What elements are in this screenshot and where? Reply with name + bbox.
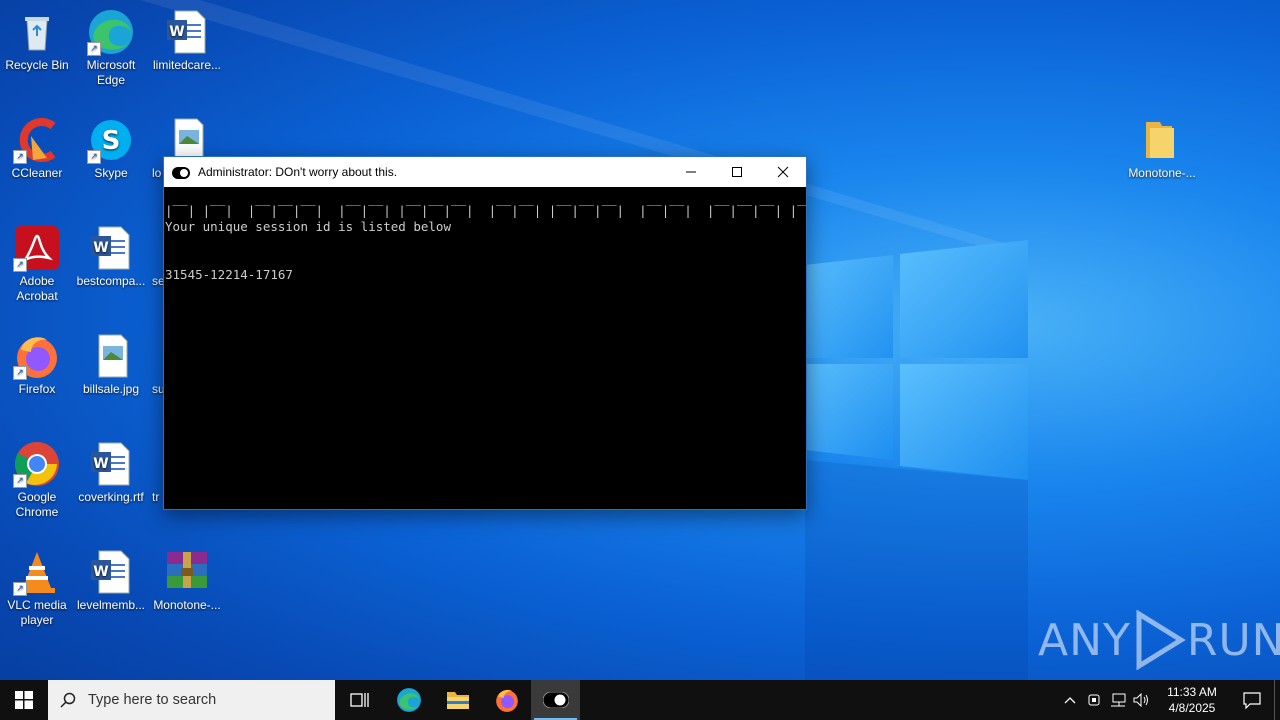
- taskbar-file-explorer[interactable]: [433, 680, 482, 720]
- desktop-icon-bestcompa[interactable]: W bestcompa...: [74, 224, 148, 289]
- taskbar-search-box[interactable]: Type here to search: [48, 680, 335, 720]
- console-titlebar[interactable]: Administrator: DOn't worry about this.: [164, 157, 806, 187]
- svg-text:W: W: [93, 456, 108, 472]
- console-ascii-banner: |‾‾| |‾‾| |‾‾|‾‾|‾‾| |‾‾|‾‾| |‾‾|‾‾|‾‾| …: [165, 203, 806, 218]
- desktop-icon-recycle-bin[interactable]: Recycle Bin: [0, 8, 74, 73]
- network-icon: [1111, 693, 1126, 707]
- show-desktop-button[interactable]: [1274, 680, 1280, 720]
- chrome-icon: ↗: [13, 440, 61, 488]
- search-placeholder: Type here to search: [88, 692, 217, 708]
- desktop-icon-acrobat[interactable]: ↗ Adobe Acrobat: [0, 224, 74, 304]
- desktop-icon-firefox[interactable]: ↗ Firefox: [0, 332, 74, 397]
- console-app-icon: [542, 692, 569, 708]
- desktop-icon-levelmemb[interactable]: W levelmemb...: [74, 548, 148, 613]
- close-button[interactable]: [760, 157, 806, 187]
- task-view-button[interactable]: [335, 680, 384, 720]
- start-button[interactable]: [0, 680, 48, 720]
- system-tray: 11:33 AM 4/8/2025: [1058, 680, 1280, 720]
- word-doc-icon: W: [87, 224, 135, 272]
- console-title: Administrator: DOn't worry about this.: [198, 165, 398, 179]
- maximize-button[interactable]: [714, 157, 760, 187]
- volume-button[interactable]: [1130, 680, 1154, 720]
- desktop-icon-vlc[interactable]: ↗ VLC media player: [0, 548, 74, 628]
- clock-date: 4/8/2025: [1168, 701, 1216, 715]
- taskbar-firefox[interactable]: [482, 680, 531, 720]
- chevron-up-icon: [1064, 697, 1076, 704]
- folder-icon: [1138, 116, 1186, 164]
- desktop-icon-edge[interactable]: ↗ Microsoft Edge: [74, 8, 148, 88]
- notification-icon: [1243, 692, 1261, 709]
- svg-text:W: W: [93, 240, 108, 256]
- task-view-icon: [349, 693, 369, 707]
- network-button[interactable]: [1106, 680, 1130, 720]
- speaker-icon: [1133, 693, 1148, 707]
- image-file-icon: [87, 332, 135, 380]
- taskbar-edge[interactable]: [384, 680, 433, 720]
- edge-icon: [396, 688, 421, 712]
- firefox-icon: ↗: [13, 332, 61, 380]
- desktop-icon-monotone-folder[interactable]: Monotone-...: [1124, 116, 1200, 181]
- taskbar-console[interactable]: [531, 680, 580, 720]
- word-doc-icon: W: [87, 548, 135, 596]
- taskbar: Type here to search 11:33 AM 4/8/2025: [0, 680, 1280, 720]
- edge-icon: ↗: [87, 8, 135, 56]
- desktop-icon-limitedcare[interactable]: W limitedcare...: [150, 8, 224, 73]
- clock-time: 11:33 AM: [1167, 685, 1217, 699]
- acrobat-icon: ↗: [13, 224, 61, 272]
- tray-device-button[interactable]: [1082, 680, 1106, 720]
- desktop-icon-skype[interactable]: S ↗ Skype: [74, 116, 148, 181]
- word-doc-icon: W: [87, 440, 135, 488]
- show-hidden-icons-button[interactable]: [1058, 680, 1082, 720]
- device-icon: [1088, 694, 1100, 706]
- console-output[interactable]: |‾‾| |‾‾| |‾‾|‾‾|‾‾| |‾‾|‾‾| |‾‾|‾‾|‾‾| …: [164, 187, 806, 315]
- close-icon: [777, 166, 789, 178]
- search-icon: [60, 692, 76, 708]
- folder-icon: [446, 692, 469, 709]
- desktop-icon-billsale[interactable]: billsale.jpg: [74, 332, 148, 397]
- firefox-icon: [495, 689, 518, 712]
- skype-icon: S ↗: [87, 116, 135, 164]
- vlc-icon: ↗: [13, 548, 61, 596]
- word-doc-icon: W: [163, 8, 211, 56]
- desktop-icon-chrome[interactable]: ↗ Google Chrome: [0, 440, 74, 520]
- minimize-icon: [686, 171, 696, 173]
- svg-text:W: W: [93, 564, 108, 580]
- windows-logo-icon: [15, 691, 33, 709]
- taskbar-clock[interactable]: 11:33 AM 4/8/2025: [1154, 684, 1230, 716]
- maximize-icon: [732, 167, 742, 177]
- session-id: 31545-12214-17167: [165, 267, 293, 282]
- desktop-icon-coverking[interactable]: W coverking.rtf: [74, 440, 148, 505]
- ccleaner-icon: ↗: [13, 116, 61, 164]
- desktop-icon-ccleaner[interactable]: ↗ CCleaner: [0, 116, 74, 181]
- notifications-button[interactable]: [1230, 680, 1274, 720]
- play-logo-icon: [1136, 610, 1186, 670]
- console-line: Your unique session id is listed below: [165, 219, 451, 234]
- console-window[interactable]: Administrator: DOn't worry about this. |…: [163, 156, 807, 510]
- svg-text:W: W: [169, 24, 184, 40]
- console-app-icon: [172, 166, 190, 179]
- svg-text:S: S: [102, 126, 121, 156]
- winrar-archive-icon: [163, 548, 211, 596]
- recycle-bin-icon: [13, 8, 61, 56]
- anyrun-watermark: ANY RUN: [1038, 610, 1280, 670]
- desktop-icon-monotone-archive[interactable]: Monotone-...: [150, 548, 224, 613]
- minimize-button[interactable]: [668, 157, 714, 187]
